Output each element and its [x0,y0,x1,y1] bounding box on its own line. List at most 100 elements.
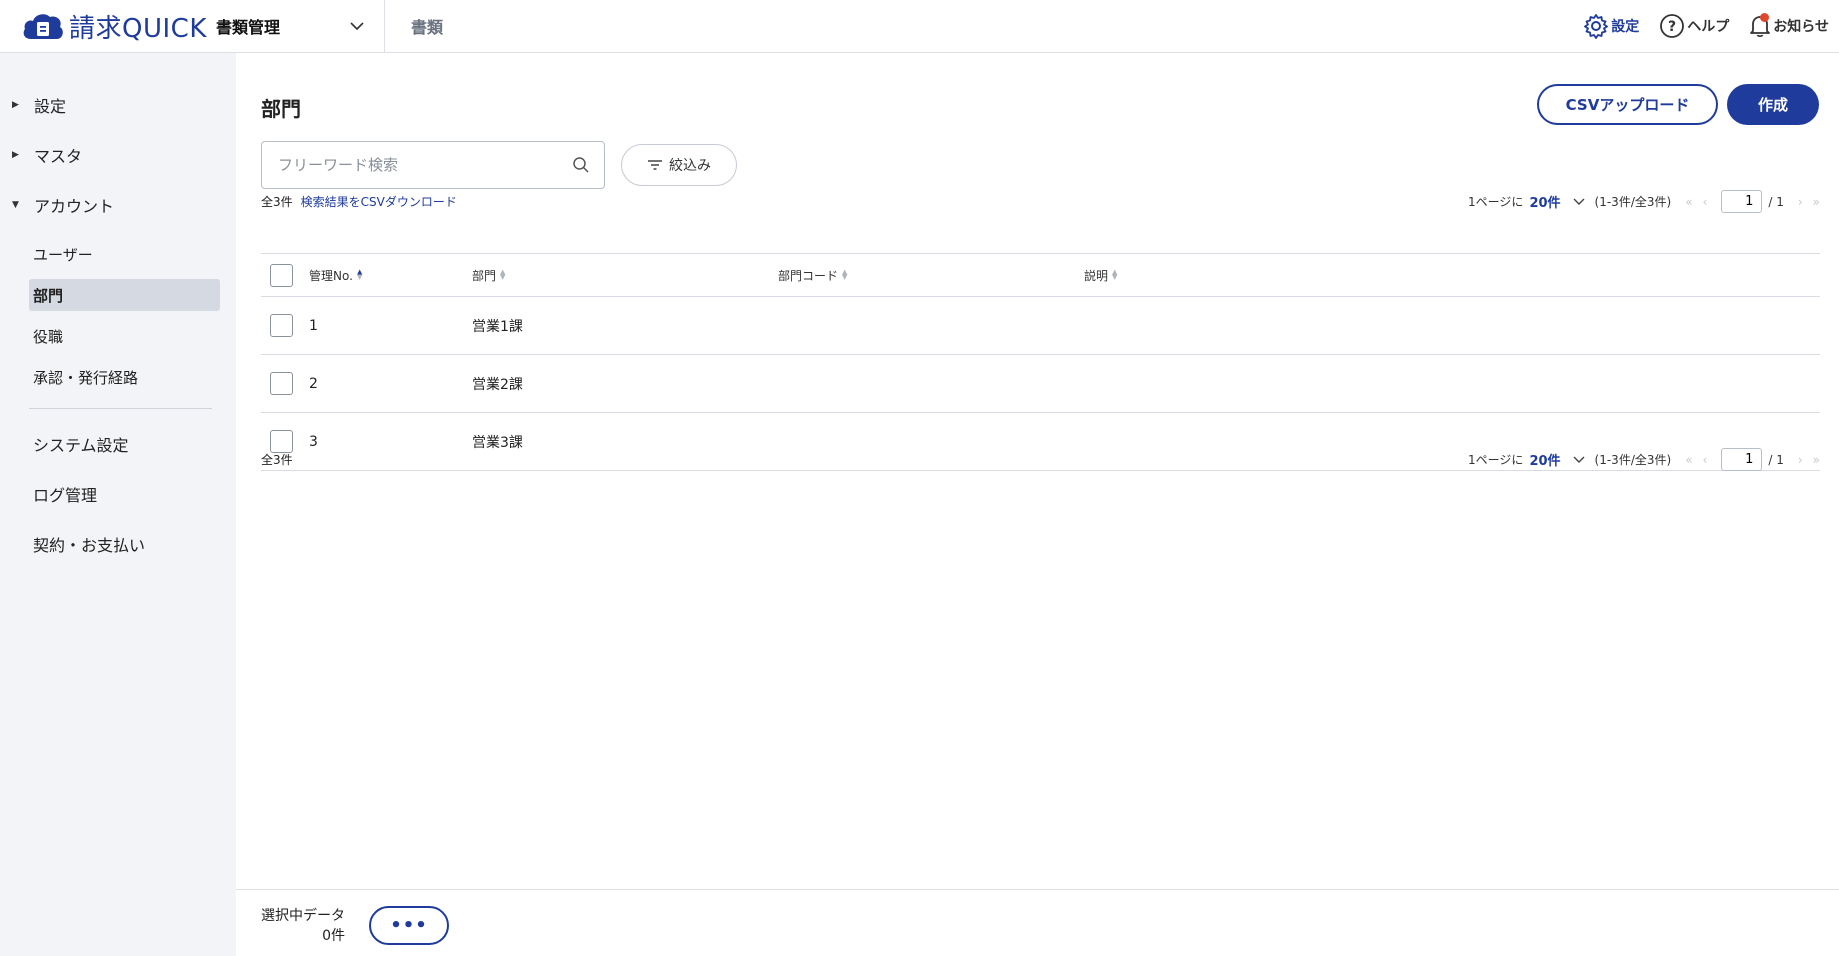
column-header-department[interactable]: 部門 ▲ ▼ [472,267,778,284]
main-content: 部門 CSVアップロード 作成 絞込み 全3件 検索結果をCSVダウンロード 1… [236,53,1839,956]
cell-no: 2 [309,375,318,392]
app-root: 請求QUICK 書類管理 書類 設定 ? ヘルプ お知らせ ▶ 設定 ▶ マスタ… [0,0,1839,956]
sidebar-item-system-settings[interactable]: システム設定 [0,419,236,469]
prev-page-icon[interactable]: ‹ [1703,453,1708,467]
first-page-icon[interactable]: « [1685,453,1692,467]
cell-no: 1 [309,317,318,334]
per-page-value[interactable]: 20件 [1529,192,1560,211]
csv-upload-button[interactable]: CSVアップロード [1537,84,1718,125]
sidebar-item-log-management[interactable]: ログ管理 [0,469,236,519]
cell-department: 営業1課 [472,318,523,335]
per-page-dropdown[interactable] [1573,198,1585,206]
range-text: (1-3件/全3件) [1594,195,1672,209]
last-page-icon[interactable]: » [1813,453,1820,467]
cloud-logo-icon [23,14,63,39]
sidebar: ▶ 設定 ▶ マスタ ▼ アカウント ユーザー 部門 役職 承認・発行経路 シス… [0,53,236,956]
top-header: 請求QUICK 書類管理 書類 設定 ? ヘルプ お知らせ [0,0,1839,53]
sidebar-group-label: アカウント [34,197,115,216]
results-meta-bottom: 全3件 1ページに 20件 (1-3件/全3件) « ‹ / 1 › » [261,448,1820,471]
last-page-icon[interactable]: » [1813,195,1820,209]
sidebar-group-master[interactable]: ▶ マスタ [0,130,236,180]
total-count: 全3件 [261,453,293,467]
caret-right-icon: ▶ [12,150,19,160]
filter-button[interactable]: 絞込み [621,144,737,186]
notifications-button[interactable]: お知らせ [1749,13,1829,38]
header-actions: 設定 ? ヘルプ お知らせ [1583,13,1839,39]
sidebar-group-label: マスタ [34,147,83,166]
sidebar-item-approval-routes[interactable]: 承認・発行経路 [0,357,236,398]
help-label: ヘルプ [1687,19,1730,35]
select-all-checkbox[interactable] [270,263,293,287]
logo-text: 請求QUICK [69,13,207,44]
range-text: (1-3件/全3件) [1594,453,1672,467]
pagination-top: 1ページに 20件 (1-3件/全3件) « ‹ / 1 › » [1468,190,1820,213]
selected-data-info: 選択中データ 0件 [261,906,345,946]
settings-label: 設定 [1611,19,1640,35]
module-selector-label: 書類管理 [216,18,281,37]
module-selector[interactable]: 書類管理 [210,0,385,52]
sidebar-item-contract-payment[interactable]: 契約・お支払い [0,519,236,569]
sidebar-group-account[interactable]: ▼ アカウント [0,180,236,230]
notifications-label: お知らせ [1773,19,1829,35]
sidebar-item-positions[interactable]: 役職 [0,316,236,357]
more-actions-button[interactable]: ••• [369,906,449,945]
search-box [261,141,605,189]
column-header-no[interactable]: 管理No. ▲ ▼ [309,267,472,284]
total-pages: / 1 [1768,194,1784,209]
search-icon[interactable] [572,156,590,174]
total-pages: / 1 [1768,452,1784,467]
prev-page-icon[interactable]: ‹ [1703,195,1708,209]
row-checkbox[interactable] [270,372,293,395]
page-number-input[interactable] [1721,190,1763,213]
column-header-description[interactable]: 説明 ▲ ▼ [1084,267,1820,284]
page-title: 部門 [261,97,301,121]
chevron-down-icon [1573,456,1585,463]
sidebar-divider [29,408,212,409]
caret-right-icon: ▶ [12,100,19,110]
table-row[interactable]: 2 営業2課 [261,355,1820,413]
chevron-down-icon [1573,198,1585,205]
per-page-dropdown[interactable] [1573,456,1585,464]
sort-icon: ▲ ▼ [356,268,363,281]
sidebar-item-departments[interactable]: 部門 [29,279,220,311]
table-header: 管理No. ▲ ▼ 部門 ▲ ▼ 部門コード ▲ ▼ 説明 ▲ ▼ [261,254,1820,297]
pagination-bottom: 1ページに 20件 (1-3件/全3件) « ‹ / 1 › » [1468,448,1820,471]
per-page-value[interactable]: 20件 [1529,450,1560,469]
total-count: 全3件 [261,195,293,209]
next-page-icon[interactable]: › [1798,453,1803,467]
settings-button[interactable]: 設定 [1583,13,1639,39]
create-button[interactable]: 作成 [1727,84,1819,125]
page-number-input[interactable] [1721,448,1763,471]
chevron-down-icon [350,21,364,30]
selected-data-count: 0件 [322,928,345,944]
nav-documents-link[interactable]: 書類 [411,14,443,38]
table-row[interactable]: 1 営業1課 [261,297,1820,355]
column-header-department-code[interactable]: 部門コード ▲ ▼ [778,267,1084,284]
results-meta-top: 全3件 検索結果をCSVダウンロード 1ページに 20件 (1-3件/全3件) … [261,190,1820,213]
selection-footer: 選択中データ 0件 ••• [236,889,1839,956]
departments-table: 管理No. ▲ ▼ 部門 ▲ ▼ 部門コード ▲ ▼ 説明 ▲ ▼ 1 営業1課… [261,253,1820,471]
per-page-prefix: 1ページに [1468,453,1524,467]
sidebar-group-settings[interactable]: ▶ 設定 [0,80,236,130]
first-page-icon[interactable]: « [1685,195,1692,209]
svg-text:?: ? [1668,19,1676,35]
logo[interactable]: 請求QUICK [0,0,210,52]
per-page-prefix: 1ページに [1468,195,1524,209]
sidebar-item-users[interactable]: ユーザー [0,234,236,275]
cell-department: 営業2課 [472,376,523,393]
next-page-icon[interactable]: › [1798,195,1803,209]
search-input[interactable] [278,156,572,174]
help-button[interactable]: ? ヘルプ [1659,13,1729,39]
sidebar-group-label: 設定 [34,97,67,116]
help-circle-icon: ? [1660,14,1685,38]
selected-data-label: 選択中データ [261,908,345,924]
filter-icon [648,160,662,170]
ellipsis-icon: ••• [390,915,428,936]
caret-down-icon: ▼ [12,200,19,210]
sort-icon: ▲ ▼ [500,268,506,281]
filter-label: 絞込み [669,158,711,174]
row-checkbox[interactable] [270,314,293,337]
sort-icon: ▲ ▼ [1112,268,1118,281]
sort-icon: ▲ ▼ [842,268,848,281]
csv-download-link[interactable]: 検索結果をCSVダウンロード [301,193,457,210]
